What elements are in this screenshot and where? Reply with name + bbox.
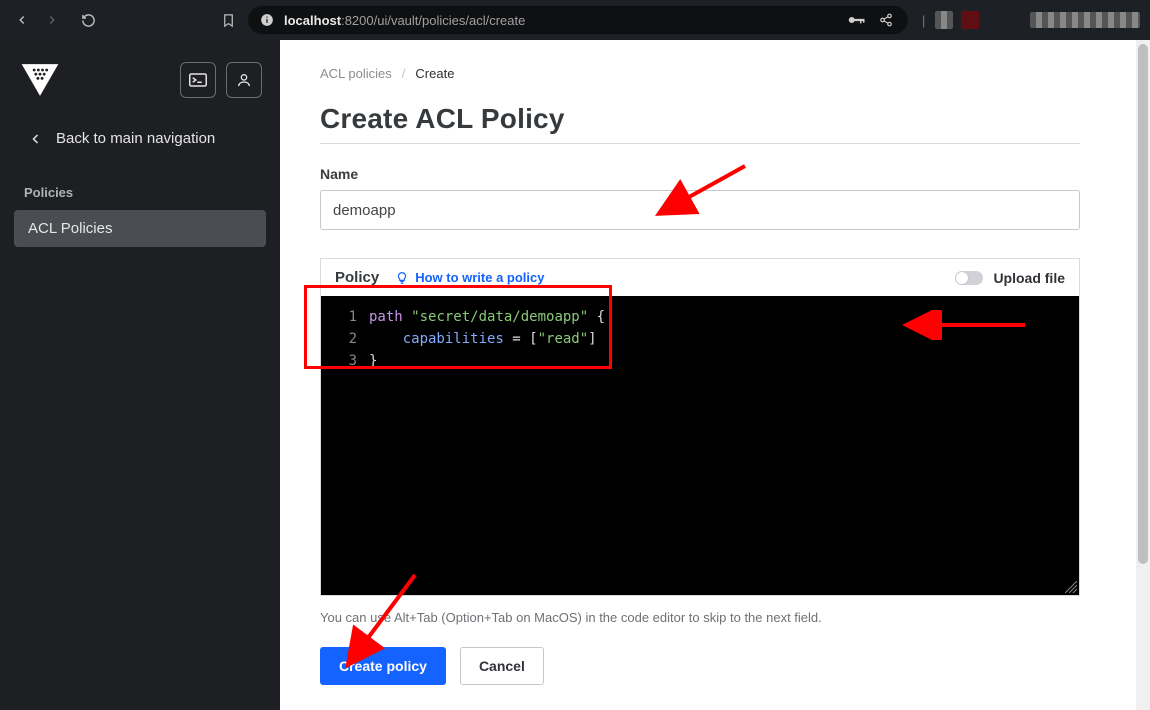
hr — [320, 143, 1080, 144]
profile-cluster[interactable] — [1030, 12, 1140, 28]
extension-icon[interactable] — [935, 11, 953, 29]
resize-handle[interactable] — [1065, 581, 1077, 593]
sidebar-top — [0, 50, 280, 116]
sidebar-section-label: Policies — [0, 161, 280, 210]
url-text: localhost:8200/ui/vault/policies/acl/cre… — [284, 13, 525, 28]
name-input[interactable] — [320, 190, 1080, 230]
page-title: Create ACL Policy — [320, 103, 1080, 135]
chevron-left-icon — [30, 133, 42, 145]
upload-label: Upload file — [993, 270, 1065, 286]
back-to-main-nav[interactable]: Back to main navigation — [0, 116, 280, 161]
scrollbar[interactable] — [1136, 40, 1150, 710]
content: ACL policies / Create Create ACL Policy … — [280, 40, 1120, 710]
nav-buttons — [10, 8, 100, 32]
crumb-separator: / — [402, 66, 406, 81]
crumb-create: Create — [415, 66, 454, 81]
bulb-icon — [395, 271, 409, 285]
create-policy-button[interactable]: Create policy — [320, 647, 446, 685]
editor-code[interactable]: path "secret/data/demoapp" { capabilitie… — [365, 296, 1079, 382]
policy-editor[interactable]: 1 2 3 path "secret/data/demoapp" { capab… — [320, 296, 1080, 596]
upload-toggle[interactable] — [955, 271, 983, 285]
editor-gutter: 1 2 3 — [321, 296, 365, 595]
bookmark-icon[interactable] — [216, 8, 240, 32]
key-icon[interactable] — [848, 14, 866, 26]
editor-hint: You can use Alt+Tab (Option+Tab on MacOS… — [320, 610, 1080, 625]
reload-button[interactable] — [76, 8, 100, 32]
sidebar: Back to main navigation Policies ACL Pol… — [0, 40, 280, 710]
breadcrumb: ACL policies / Create — [320, 66, 1080, 81]
policy-hint-text: How to write a policy — [415, 270, 544, 285]
site-info-icon[interactable] — [260, 13, 274, 27]
extension-icon[interactable] — [961, 11, 979, 29]
console-button[interactable] — [180, 62, 216, 98]
vault-logo — [20, 62, 60, 98]
policy-bar: Policy How to write a policy Upload file — [320, 258, 1080, 296]
app: Back to main navigation Policies ACL Pol… — [0, 40, 1150, 710]
forward-button[interactable] — [40, 8, 64, 32]
address-bar[interactable]: localhost:8200/ui/vault/policies/acl/cre… — [248, 6, 908, 34]
back-label: Back to main navigation — [56, 130, 215, 147]
user-button[interactable] — [226, 62, 262, 98]
crumb-acl-policies[interactable]: ACL policies — [320, 66, 392, 81]
scrollbar-thumb[interactable] — [1138, 44, 1148, 564]
share-icon[interactable] — [878, 13, 894, 27]
sidebar-item-acl-policies[interactable]: ACL Policies — [14, 210, 266, 247]
policy-label: Policy — [335, 269, 379, 286]
back-button[interactable] — [10, 8, 34, 32]
content-wrap: ACL policies / Create Create ACL Policy … — [280, 40, 1150, 710]
name-label: Name — [320, 166, 1080, 182]
action-buttons: Create policy Cancel — [320, 647, 1080, 685]
browser-chrome: localhost:8200/ui/vault/policies/acl/cre… — [0, 0, 1150, 40]
cancel-button[interactable]: Cancel — [460, 647, 544, 685]
how-to-write-link[interactable]: How to write a policy — [395, 270, 544, 285]
